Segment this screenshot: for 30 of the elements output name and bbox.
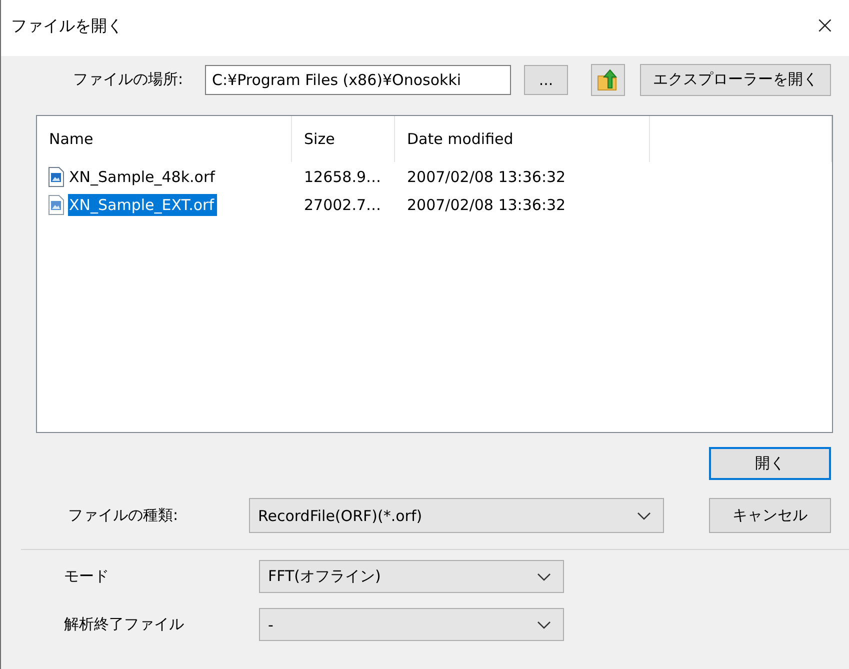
column-header[interactable]: Date modified [395,116,650,162]
file-date: 2007/02/08 13:36:32 [406,196,567,214]
file-size: 27002.7… [303,196,382,214]
dropdown[interactable]: - [259,608,564,641]
close-button[interactable]: × [814,11,839,45]
column-header[interactable]: Name [37,116,292,162]
column-header[interactable]: Size [292,116,395,162]
image-file-icon [48,195,64,215]
image-file-icon [48,167,64,187]
window-title: ファイルを開く [11,16,123,36]
open-explorer-button[interactable]: エクスプローラーを開く [640,64,831,96]
file-name[interactable]: XN_Sample_48k.orf [68,166,218,188]
open-button[interactable]: 開く [709,447,831,480]
chevron-down-icon [537,620,551,628]
up-folder-button[interactable] [591,64,625,96]
cancel-button[interactable]: キャンセル [709,498,831,533]
option-label: モード [63,567,110,586]
option-label: 解析終了ファイル [63,615,185,634]
file-type-label: ファイルの種類: [67,506,180,525]
location-field[interactable]: C:¥Program Files (x86)¥Onosokki [205,64,511,94]
dropdown[interactable]: FFT(オフライン) [259,560,564,593]
dropdown[interactable]: RecordFile(ORF)(*.orf) [249,498,664,533]
file-name[interactable]: XN_Sample_EXT.orf [68,194,218,216]
chevron-down-icon [537,572,551,580]
location-label: ファイルの場所: [73,70,184,89]
chevron-down-icon [637,512,651,520]
file-date: 2007/02/08 13:36:32 [406,168,567,186]
file-size: 12658.9… [303,168,382,186]
folder-up-icon [597,68,619,92]
browse-button[interactable]: ... [524,64,568,94]
